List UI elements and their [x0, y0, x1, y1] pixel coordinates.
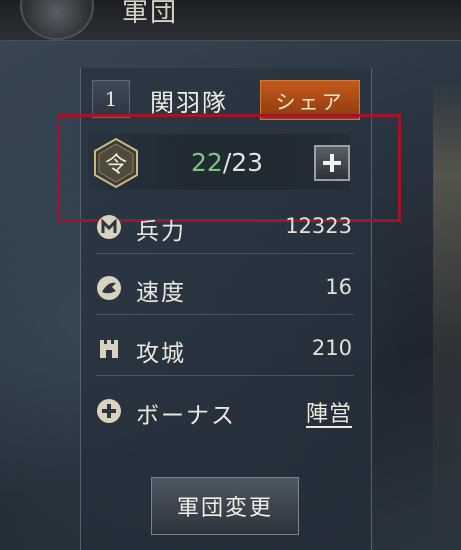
- stat-value-troops: 12323: [285, 214, 352, 238]
- stat-row-troops: 兵力 12323: [96, 204, 354, 254]
- bonus-plus-icon: [96, 398, 122, 424]
- stat-row-speed: 速度 16: [96, 265, 354, 315]
- speed-icon: [96, 275, 122, 301]
- troops-icon: [96, 214, 122, 240]
- stat-row-siege: 攻城 210: [96, 326, 354, 376]
- troop-number-badge: 1: [92, 80, 130, 118]
- stat-label-speed: 速度: [136, 280, 186, 306]
- stat-value-speed: 16: [325, 275, 352, 299]
- background-character-art: [433, 80, 461, 550]
- change-army-button[interactable]: 軍団変更: [151, 477, 299, 535]
- page-title: 軍団: [122, 0, 179, 28]
- stat-label-bonus: ボーナス: [136, 403, 236, 429]
- siege-icon: [96, 336, 122, 362]
- troop-name: 関羽隊: [150, 89, 228, 117]
- faction-link[interactable]: 陣営: [306, 396, 352, 428]
- top-header-bar: 軍団: [0, 0, 461, 41]
- commander-emblem-icon: [20, 0, 94, 40]
- stat-label-troops: 兵力: [136, 219, 186, 245]
- stat-value-siege: 210: [311, 336, 352, 360]
- stat-label-siege: 攻城: [136, 341, 186, 367]
- stat-row-bonus: ボーナス 陣営: [96, 388, 354, 438]
